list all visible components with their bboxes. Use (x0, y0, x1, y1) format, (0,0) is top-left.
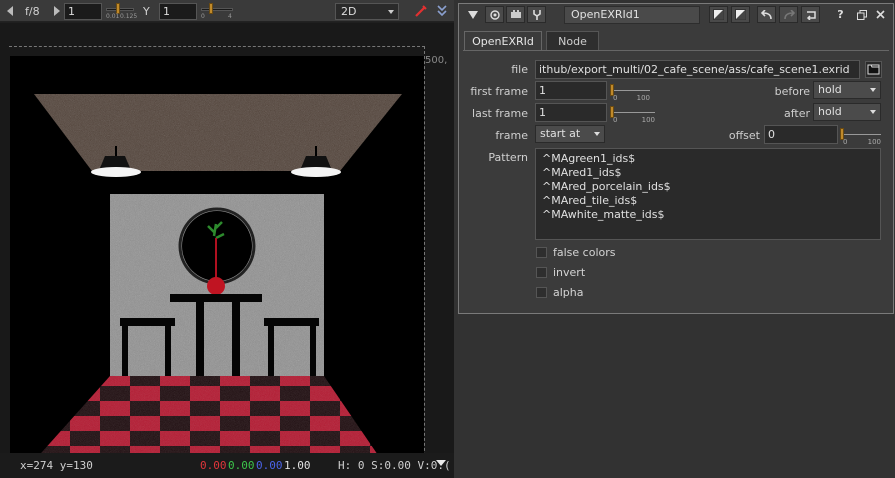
first-frame-input[interactable]: 1 (535, 81, 607, 100)
after-value: hold (818, 105, 842, 118)
pixel-hsv-value: H: 0 S:0.00 V:0.( (338, 459, 451, 472)
status-menu-icon[interactable] (436, 457, 446, 470)
viewer-toggle-icon[interactable] (485, 6, 504, 23)
float-panel-icon[interactable] (852, 6, 871, 23)
pattern-line: ^MAred_tile_ids$ (542, 194, 638, 207)
before-value: hold (818, 83, 842, 96)
pattern-line: ^MAred1_ids$ (542, 166, 622, 179)
first-frame-slider[interactable]: 0 100 (610, 83, 650, 103)
first-frame-tick-min: 0 (613, 94, 618, 102)
after-label: after (783, 107, 810, 120)
pixel-alpha-value: 1.00 (284, 459, 311, 472)
file-path-input[interactable]: ithub/export_multi/02_cafe_scene/ass/caf… (535, 60, 860, 79)
invert-checkbox[interactable] (536, 267, 547, 278)
tab-openexrid[interactable]: OpenEXRId (464, 31, 542, 51)
last-frame-tick-max: 100 (641, 116, 655, 124)
false-colors-checkbox[interactable] (536, 247, 547, 258)
redo-icon[interactable] (779, 6, 798, 23)
first-frame-tick-max: 100 (636, 94, 650, 102)
offset-tick-min: 0 (843, 138, 848, 146)
gamma-slider[interactable]: 0 4 (201, 2, 233, 20)
help-button[interactable]: ? (831, 6, 850, 23)
node-name-field[interactable]: OpenEXRId1 (564, 6, 700, 24)
false-colors-label: false colors (553, 246, 616, 259)
alpha-checkbox[interactable] (536, 287, 547, 298)
node-color-icon[interactable] (506, 6, 525, 23)
chevron-down-icon (870, 110, 876, 114)
fstop-label[interactable]: f/8 (25, 0, 40, 22)
last-frame-input[interactable]: 1 (535, 103, 607, 122)
first-frame-label: first frame (470, 85, 528, 98)
before-dropdown[interactable]: hold (813, 81, 881, 99)
last-frame-label: last frame (472, 107, 528, 120)
gain-input[interactable]: 1 (64, 2, 102, 20)
offset-input[interactable]: 0 (764, 125, 838, 144)
gain-tick-max: 0.125 (120, 13, 138, 20)
undo-icon[interactable] (757, 6, 776, 23)
pattern-textarea[interactable]: ^MAgreen1_ids$ ^MAred1_ids$ ^MAred_porce… (535, 148, 881, 240)
gamma-input[interactable]: 1 (159, 2, 197, 20)
resolution-label: 500, (425, 55, 448, 66)
frame-mode-dropdown[interactable]: start at (535, 125, 605, 143)
expand-menu-icon[interactable] (437, 0, 447, 22)
file-browse-icon[interactable] (865, 61, 882, 78)
frame-mode-value: start at (540, 127, 581, 140)
tab-node[interactable]: Node (546, 31, 599, 51)
viewer-toolbar: f/8 1 0.01 0.125 Y 1 0 4 2D (0, 0, 454, 22)
gamma-label: Y (143, 4, 150, 18)
gain-slider[interactable]: 0.01 0.125 (106, 2, 138, 20)
alpha-label: alpha (553, 286, 584, 299)
last-frame-tick-min: 0 (613, 116, 618, 124)
fstop-increase-icon[interactable] (54, 0, 60, 22)
rendered-image (10, 56, 424, 453)
pattern-line: ^MAwhite_matte_ids$ (542, 208, 665, 221)
properties-header: OpenEXRId1 ? (459, 4, 893, 26)
gain-tick-min: 0.01 (106, 13, 120, 20)
frame-label: frame (495, 129, 528, 142)
offset-tick-max: 100 (867, 138, 881, 146)
collapse-icon[interactable] (463, 6, 482, 23)
tile-color-icon[interactable] (709, 6, 728, 23)
after-dropdown[interactable]: hold (813, 103, 881, 121)
close-icon[interactable] (871, 6, 890, 23)
chevron-down-icon (388, 9, 394, 14)
offset-slider[interactable]: 0 100 (840, 127, 881, 147)
viewer-viewport[interactable]: 500, (0, 23, 454, 453)
offset-label: offset (728, 129, 760, 142)
font-color-icon[interactable] (731, 6, 750, 23)
chevron-down-icon (594, 132, 600, 136)
revert-icon[interactable] (801, 6, 820, 23)
pixel-blue-value: 0.00 (256, 459, 283, 472)
viewer-statusbar: x=274 y=130 0.00 0.00 0.00 1.00 H: 0 S:0… (0, 453, 454, 478)
pattern-line: ^MAgreen1_ids$ (542, 152, 636, 165)
pattern-line: ^MAred_porcelain_ids$ (542, 180, 671, 193)
invert-label: invert (553, 266, 586, 279)
gamma-tick-max: 4 (228, 13, 232, 20)
view-mode-value: 2D (341, 4, 357, 18)
last-frame-slider[interactable]: 0 100 (610, 105, 655, 125)
chevron-down-icon (870, 88, 876, 92)
view-mode-dropdown[interactable]: 2D (335, 2, 399, 20)
pattern-label: Pattern (488, 151, 528, 164)
cursor-coords: x=274 y=130 (20, 459, 93, 472)
viewer-panel: f/8 1 0.01 0.125 Y 1 0 4 2D 500, x=274 y… (0, 0, 454, 478)
pixel-green-value: 0.00 (228, 459, 255, 472)
file-label: file (511, 63, 528, 76)
color-picker-icon[interactable] (414, 0, 428, 22)
fstop-decrease-icon[interactable] (7, 0, 13, 22)
before-label: before (774, 85, 810, 98)
pixel-red-value: 0.00 (200, 459, 227, 472)
settings-wrench-icon[interactable] (527, 6, 546, 23)
gamma-tick-min: 0 (201, 13, 205, 20)
